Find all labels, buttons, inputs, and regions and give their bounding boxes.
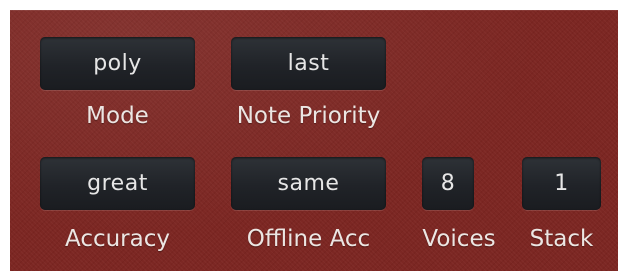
mode-selector[interactable]: poly bbox=[40, 37, 195, 90]
accuracy-value: great bbox=[87, 171, 148, 196]
offline-acc-selector[interactable]: same bbox=[231, 157, 386, 210]
settings-panel: poly Mode last Note Priority great Accur… bbox=[0, 0, 618, 271]
stack-label: Stack bbox=[529, 226, 594, 252]
offline-acc-label: Offline Acc bbox=[246, 226, 371, 252]
accuracy-label: Accuracy bbox=[64, 226, 170, 252]
offline-acc-value: same bbox=[277, 171, 340, 196]
accuracy-selector[interactable]: great bbox=[40, 157, 195, 210]
note-priority-label: Note Priority bbox=[236, 103, 381, 129]
mode-value: poly bbox=[93, 51, 142, 76]
note-priority-selector[interactable]: last bbox=[231, 37, 386, 90]
voices-label: Voices bbox=[422, 226, 496, 252]
voices-field[interactable]: 8 bbox=[422, 157, 474, 210]
mode-label: Mode bbox=[86, 103, 149, 129]
stack-field[interactable]: 1 bbox=[522, 157, 601, 210]
stack-value: 1 bbox=[554, 171, 569, 196]
note-priority-value: last bbox=[287, 51, 330, 76]
voices-value: 8 bbox=[440, 171, 456, 196]
